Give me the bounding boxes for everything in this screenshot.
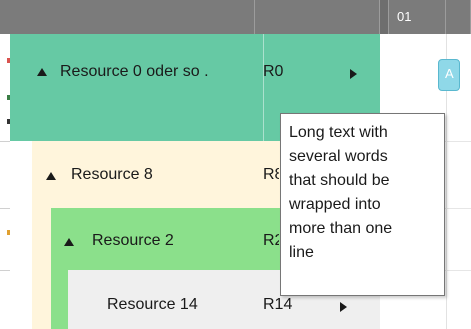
- left-edge-strip: [0, 34, 10, 329]
- play-arrow-icon[interactable]: [350, 69, 357, 79]
- tooltip: Long text with several words that should…: [280, 113, 445, 296]
- resource-code-label: R8: [263, 166, 279, 183]
- resource-name-label: Resource 0 oder so .: [60, 63, 209, 80]
- header-timeline-next: [446, 0, 471, 34]
- header-code-column[interactable]: [255, 0, 380, 34]
- resource-name-label: Resource 14: [107, 296, 198, 313]
- resource-name-label: Resource 8: [71, 166, 153, 183]
- triangle-expanded-icon[interactable]: [46, 172, 56, 180]
- tooltip-text: Long text with several words that should…: [289, 124, 393, 261]
- strip-divider: [0, 208, 10, 209]
- resource-code-label: R0: [263, 63, 284, 80]
- header-timeline-label: 01: [397, 9, 412, 24]
- edge-marker-orange: [7, 230, 10, 235]
- strip-divider: [0, 141, 10, 142]
- task-label: A: [445, 66, 454, 81]
- grid-header: 01: [0, 0, 471, 34]
- task-bar[interactable]: A: [438, 59, 460, 91]
- triangle-expanded-icon[interactable]: [37, 68, 47, 76]
- strip-divider: [0, 270, 10, 271]
- column-divider: [263, 34, 264, 141]
- header-resource-column[interactable]: [0, 0, 255, 34]
- resource-code-label: R2: [263, 232, 279, 249]
- triangle-expanded-icon[interactable]: [64, 238, 74, 246]
- play-arrow-icon[interactable]: [340, 302, 347, 312]
- header-timeline-01: 01: [388, 0, 446, 34]
- header-splitter[interactable]: [380, 0, 388, 34]
- resource-name-label: Resource 2: [92, 232, 174, 249]
- resource-code-label: R14: [263, 296, 293, 313]
